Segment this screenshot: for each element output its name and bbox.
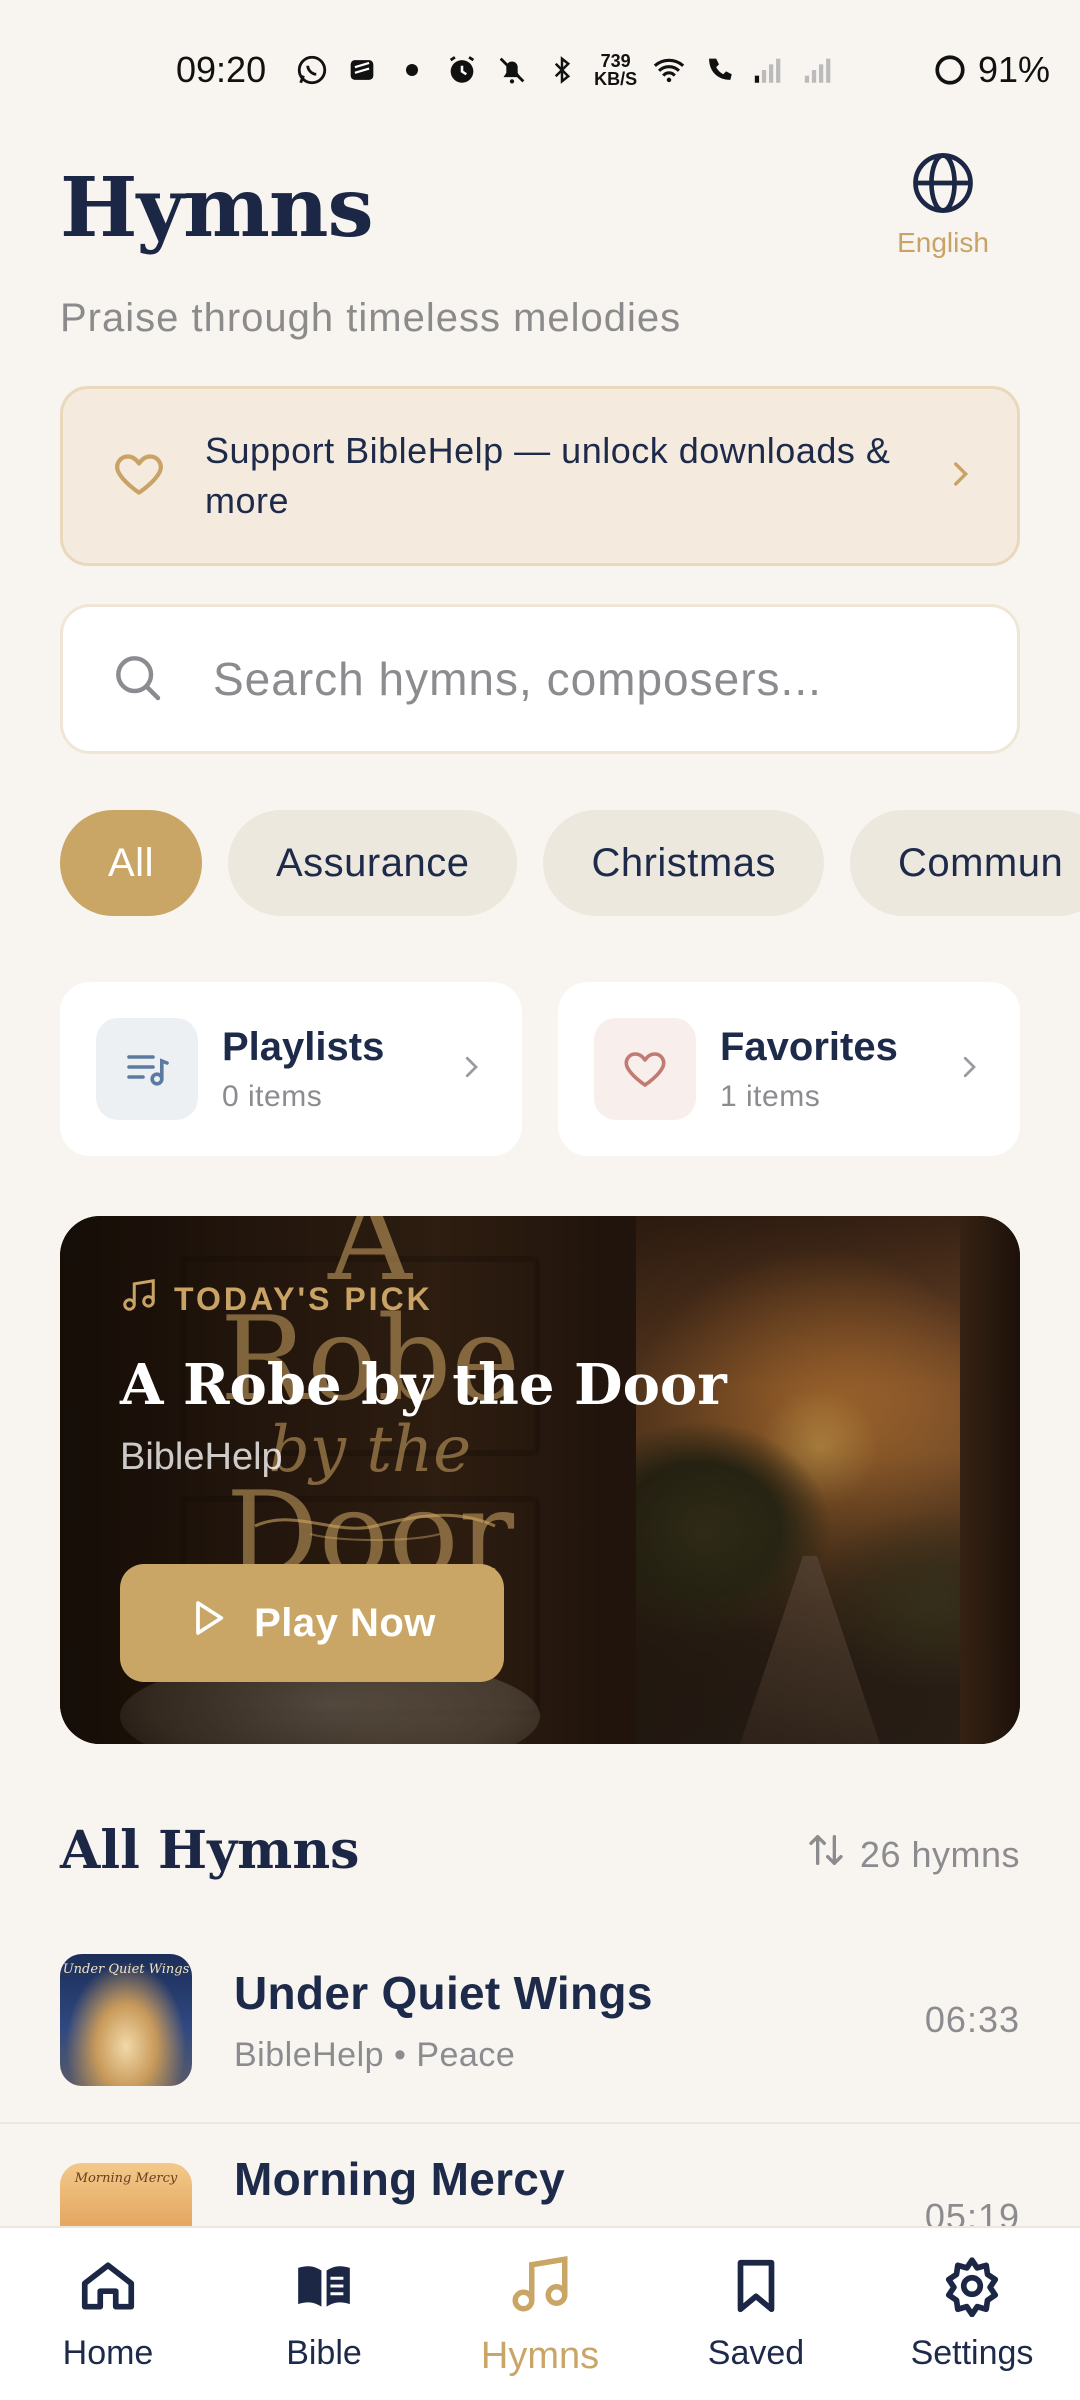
hymn-duration: 06:33 <box>924 1999 1020 2040</box>
play-icon <box>188 1598 228 1648</box>
flourish-ornament <box>254 1513 496 1541</box>
bookmark-icon <box>725 2255 787 2326</box>
playlist-icon <box>96 1018 198 1120</box>
music-note-icon <box>120 1276 158 1322</box>
bottom-navigation: Home Bible Hymns Saved Settings <box>0 2226 1080 2400</box>
whatsapp-icon <box>294 52 330 88</box>
playlists-title: Playlists <box>222 1024 385 1069</box>
search-input[interactable] <box>213 652 971 706</box>
wifi-icon <box>651 52 687 88</box>
network-speed: 739 KB/S <box>594 51 638 89</box>
hymn-duration: 05:19 <box>924 2196 1020 2237</box>
status-notification-icons: 739 KB/S <box>294 52 837 88</box>
nav-settings[interactable]: Settings <box>872 2255 1072 2373</box>
support-banner[interactable]: Support BibleHelp — unlock downloads & m… <box>60 386 1020 566</box>
heart-icon <box>111 446 167 507</box>
search-bar[interactable] <box>60 604 1020 754</box>
more-notifications-dot-icon <box>406 64 419 76</box>
todays-pick-badge: TODAY'S PICK <box>120 1276 980 1322</box>
globe-icon <box>910 150 976 221</box>
chip-communion[interactable]: Commun <box>849 810 1080 916</box>
music-note-icon <box>507 2251 573 2327</box>
nav-bible[interactable]: Bible <box>224 2255 424 2373</box>
chip-assurance[interactable]: Assurance <box>227 810 518 916</box>
favorites-card[interactable]: Favorites 1 items <box>558 982 1020 1156</box>
sort-icon <box>806 1830 846 1879</box>
favorites-count: 1 items <box>720 1079 821 1113</box>
featured-title: A Robe by the Door <box>120 1352 727 1418</box>
sort-hymns-button[interactable]: 26 hymns <box>806 1830 1020 1879</box>
hymns-screen: 09:20 739 KB/S 91% Hymns English Praise … <box>0 0 1080 2400</box>
bluetooth-icon <box>544 52 580 88</box>
playlists-count: 0 items <box>222 1079 323 1113</box>
status-time: 09:20 <box>176 49 267 90</box>
hymn-count: 26 hymns <box>859 1833 1020 1875</box>
chevron-right-icon <box>456 1052 486 1087</box>
signal-strength-2-icon <box>801 52 837 88</box>
battery-icon <box>932 52 968 88</box>
search-icon <box>109 649 165 710</box>
chip-christmas[interactable]: Christmas <box>543 810 824 916</box>
status-bar: 09:20 739 KB/S 91% <box>0 0 1080 140</box>
language-selector[interactable]: English <box>888 150 998 259</box>
wifi-calling-icon <box>701 52 737 88</box>
nav-saved[interactable]: Saved <box>656 2255 856 2373</box>
hymn-title: Morning Mercy <box>234 2153 566 2205</box>
page-title: Hymns <box>60 160 374 256</box>
gear-icon <box>941 2255 1003 2326</box>
signal-strength-1-icon <box>751 52 787 88</box>
page-subtitle: Praise through timeless melodies <box>60 296 682 340</box>
battery-status: 91% <box>932 49 1050 91</box>
playlists-card[interactable]: Playlists 0 items <box>60 982 522 1156</box>
battery-percent: 91% <box>977 49 1050 90</box>
alarm-icon <box>444 52 480 88</box>
featured-hymn-card[interactable]: A Robe by the Door TODAY'S PICK A Robe b… <box>60 1216 1020 1744</box>
favorites-title: Favorites <box>720 1024 898 1069</box>
chip-all[interactable]: All <box>60 810 202 916</box>
app-notification-icon <box>344 52 380 88</box>
book-icon <box>290 2255 358 2326</box>
featured-artist: BibleHelp <box>120 1436 283 1478</box>
hymn-title: Under Quiet Wings <box>234 1966 653 2019</box>
hymn-thumbnail: Under Quiet Wings <box>60 1954 192 2086</box>
play-now-button[interactable]: Play Now <box>120 1564 504 1682</box>
language-label: English <box>897 227 989 258</box>
nav-home[interactable]: Home <box>8 2255 208 2373</box>
category-chips: All Assurance Christmas Commun <box>60 810 1080 916</box>
home-icon <box>77 2255 139 2326</box>
hymn-list-item[interactable]: Under Quiet Wings Under Quiet Wings Bibl… <box>0 1918 1080 2124</box>
heart-icon <box>594 1018 696 1120</box>
support-banner-text: Support BibleHelp — unlock downloads & m… <box>205 430 891 521</box>
nav-hymns[interactable]: Hymns <box>440 2251 640 2378</box>
chevron-right-icon <box>954 1052 984 1087</box>
mute-icon <box>494 52 530 88</box>
chevron-right-icon <box>943 457 977 496</box>
hymn-subtitle: BibleHelp • Peace <box>234 2035 516 2074</box>
all-hymns-heading: All Hymns <box>60 1820 360 1881</box>
